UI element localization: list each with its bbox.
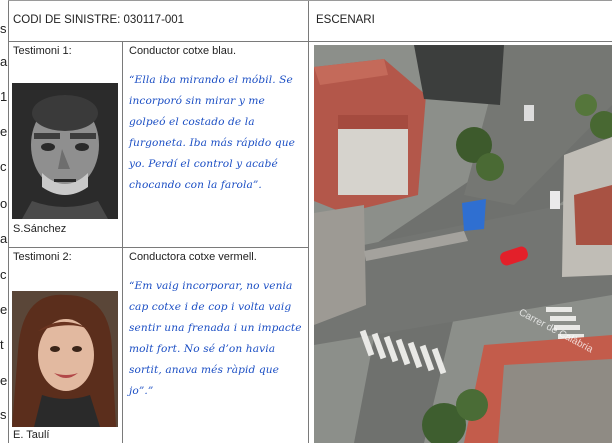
witness-1-name: S.Sánchez bbox=[13, 223, 67, 235]
witness-2-role: Conductora cotxe vermell. bbox=[129, 251, 257, 263]
edge-fragment: 1 bbox=[0, 89, 8, 104]
witness-2-photo bbox=[12, 291, 118, 427]
edge-fragment: c bbox=[0, 159, 7, 174]
witness-1-photo bbox=[12, 83, 118, 219]
edge-fragment: o bbox=[0, 196, 8, 211]
witness-2-label: Testimoni 2: bbox=[13, 251, 72, 263]
witness-2-statement: “Em vaig incorporar, no venia cap cotxe … bbox=[129, 280, 302, 397]
blue-car bbox=[462, 199, 486, 231]
witness-2-name: E. Taulí bbox=[13, 429, 50, 441]
edge-fragment: e bbox=[0, 302, 8, 317]
case-code: CODI DE SINISTRE: 030117-001 bbox=[13, 14, 185, 26]
edge-fragment: e bbox=[0, 124, 8, 139]
witness-1-role: Conductor cotxe blau. bbox=[129, 45, 237, 57]
page-edge-fragments: s a 1 e c o a c e t e s bbox=[0, 0, 8, 442]
edge-fragment: c bbox=[0, 267, 7, 282]
edge-fragment: s bbox=[0, 21, 7, 36]
scene-aerial-map: Carrer de Calàbria bbox=[314, 45, 612, 443]
edge-fragment: s bbox=[0, 407, 7, 422]
edge-fragment: a bbox=[0, 231, 8, 246]
witness-1-label: Testimoni 1: bbox=[13, 45, 72, 57]
edge-fragment: a bbox=[0, 54, 8, 69]
scene-title: ESCENARI bbox=[316, 14, 375, 26]
witness-1-statement: “Ella iba mirando el móbil. Se incorporó… bbox=[129, 74, 296, 191]
edge-fragment: t bbox=[0, 337, 4, 352]
incident-table: CODI DE SINISTRE: 030117-001 ESCENARI Te… bbox=[8, 0, 612, 443]
edge-fragment: e bbox=[0, 373, 8, 388]
